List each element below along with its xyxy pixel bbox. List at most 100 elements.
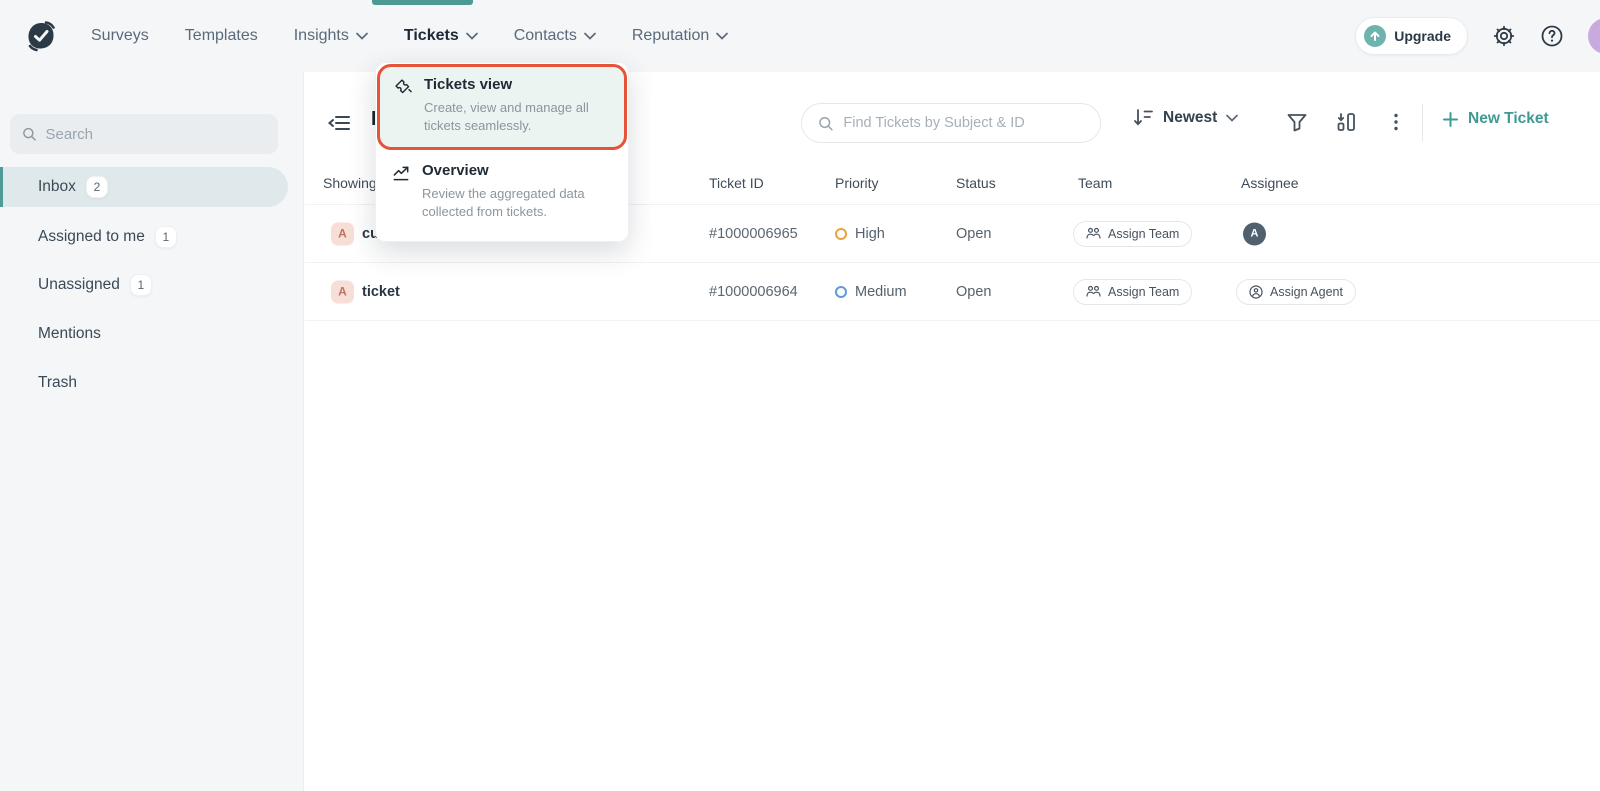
assign-team-label: Assign Team: [1108, 285, 1179, 299]
sidebar-item-label: Trash: [38, 374, 77, 392]
sidebar-item-unassigned[interactable]: Unassigned 1: [0, 265, 288, 305]
ticket-id: #1000006965: [709, 226, 798, 242]
assignee-cell: Assign Agent: [1236, 279, 1356, 305]
sidebar-item-assigned-to-me[interactable]: Assigned to me 1: [0, 217, 288, 257]
nav-item-reputation[interactable]: Reputation: [632, 27, 728, 45]
new-ticket-label: New Ticket: [1468, 110, 1549, 128]
user-avatar[interactable]: [1588, 18, 1600, 54]
showing-count-label: Showing: [323, 175, 377, 191]
menu-item-content: Overview Review the aggregated data coll…: [422, 162, 620, 222]
priority-label: High: [855, 226, 885, 242]
team-cell: Assign Team: [1073, 221, 1192, 247]
menu-item-content: Tickets view Create, view and manage all…: [424, 76, 622, 136]
trending-up-icon: [392, 164, 411, 183]
priority-dot-icon: [835, 286, 847, 298]
sidebar-item-label: Mentions: [38, 325, 101, 343]
column-header-team[interactable]: Team: [1078, 175, 1112, 191]
nav-label: Reputation: [632, 27, 709, 45]
ticket-priority[interactable]: Medium: [835, 284, 907, 300]
nav-right-controls: Upgrade: [1355, 0, 1600, 72]
filter-funnel-icon[interactable]: [1286, 111, 1308, 133]
tickets-search-input[interactable]: [843, 115, 1084, 131]
tickets-search[interactable]: [801, 103, 1101, 143]
ticket-id: #1000006964: [709, 284, 798, 300]
chevron-down-icon: [1226, 114, 1238, 122]
upgrade-arrow-icon: [1364, 25, 1386, 47]
sidebar-item-label: Assigned to me: [38, 228, 145, 246]
assignee-cell: A: [1236, 222, 1266, 245]
sidebar-search-input[interactable]: [45, 126, 266, 143]
sort-icon: [1133, 108, 1154, 127]
sidebar-item-label: Unassigned: [38, 276, 120, 294]
assign-agent-button[interactable]: Assign Agent: [1236, 279, 1356, 305]
team-group-icon: [1086, 285, 1101, 298]
menu-item-tickets-view[interactable]: Tickets view Create, view and manage all…: [377, 64, 627, 150]
nav-label: Tickets: [404, 27, 459, 45]
collapse-sidebar-icon[interactable]: [326, 110, 352, 136]
assign-team-button[interactable]: Assign Team: [1073, 279, 1192, 305]
menu-item-overview[interactable]: Overview Review the aggregated data coll…: [376, 151, 628, 235]
column-header-assignee[interactable]: Assignee: [1241, 175, 1299, 191]
requester-avatar: A: [331, 222, 354, 245]
priority-dot-icon: [835, 228, 847, 240]
settings-gear-icon[interactable]: [1492, 24, 1516, 48]
sidebar: Inbox 2 Assigned to me 1 Unassigned 1 Me…: [0, 72, 304, 791]
agent-person-icon: [1249, 285, 1263, 299]
requester-avatar: A: [331, 280, 354, 303]
ticket-row[interactable]: A ticket #1000006964 Medium Open Assign …: [305, 263, 1600, 321]
tickets-dropdown-menu: Tickets view Create, view and manage all…: [375, 62, 629, 242]
column-header-ticket-id[interactable]: Ticket ID: [709, 175, 764, 191]
sort-dropdown[interactable]: Newest: [1133, 108, 1238, 127]
nav-item-contacts[interactable]: Contacts: [514, 27, 596, 45]
nav-item-templates[interactable]: Templates: [185, 27, 258, 45]
new-ticket-button[interactable]: New Ticket: [1443, 110, 1549, 128]
nav-label: Surveys: [91, 27, 149, 45]
app-logo-icon[interactable]: [22, 17, 60, 55]
chevron-down-icon: [356, 32, 368, 40]
assignee-avatar[interactable]: A: [1243, 222, 1266, 245]
nav-label: Contacts: [514, 27, 577, 45]
nav-item-tickets[interactable]: Tickets: [404, 27, 478, 45]
nav-label: Templates: [185, 27, 258, 45]
ticket-subject[interactable]: ticket: [362, 284, 400, 300]
more-options-kebab-icon[interactable]: [1387, 111, 1405, 133]
column-header-status[interactable]: Status: [956, 175, 996, 191]
nav-item-surveys[interactable]: Surveys: [91, 27, 149, 45]
sidebar-item-label: Inbox: [38, 178, 76, 196]
plus-icon: [1443, 112, 1458, 127]
inbox-count-badge: 2: [86, 176, 108, 198]
nav-item-insights[interactable]: Insights: [294, 27, 368, 45]
column-header-priority[interactable]: Priority: [835, 175, 879, 191]
ticket-status[interactable]: Open: [956, 284, 991, 300]
ticket-priority[interactable]: High: [835, 226, 885, 242]
ticket-status[interactable]: Open: [956, 226, 991, 242]
sort-label: Newest: [1163, 109, 1217, 127]
upgrade-label: Upgrade: [1394, 28, 1451, 44]
unassigned-count-badge: 1: [130, 274, 152, 296]
sidebar-item-trash[interactable]: Trash: [0, 363, 288, 403]
assign-agent-label: Assign Agent: [1270, 285, 1343, 299]
sidebar-item-mentions[interactable]: Mentions: [0, 314, 288, 354]
menu-item-description: Create, view and manage all tickets seam…: [424, 99, 622, 136]
search-icon: [818, 115, 833, 132]
chevron-down-icon: [584, 32, 596, 40]
toolbar-divider: [1422, 104, 1423, 142]
menu-item-description: Review the aggregated data collected fro…: [422, 185, 620, 222]
assign-team-button[interactable]: Assign Team: [1073, 221, 1192, 247]
sidebar-search[interactable]: [10, 114, 278, 154]
assigned-count-badge: 1: [155, 226, 177, 248]
menu-item-title: Overview: [422, 162, 620, 179]
team-cell: Assign Team: [1073, 279, 1192, 305]
columns-settings-icon[interactable]: [1335, 111, 1357, 133]
chevron-down-icon: [716, 32, 728, 40]
ticket-icon: [394, 78, 413, 97]
help-icon[interactable]: [1540, 24, 1564, 48]
upgrade-button[interactable]: Upgrade: [1355, 17, 1468, 55]
team-group-icon: [1086, 227, 1101, 240]
chevron-down-icon: [466, 32, 478, 40]
sidebar-item-inbox[interactable]: Inbox 2: [0, 167, 288, 207]
nav-label: Insights: [294, 27, 349, 45]
menu-item-title: Tickets view: [424, 76, 622, 93]
top-navigation-bar: Surveys Templates Insights Tickets Conta…: [0, 0, 1600, 72]
assign-team-label: Assign Team: [1108, 227, 1179, 241]
